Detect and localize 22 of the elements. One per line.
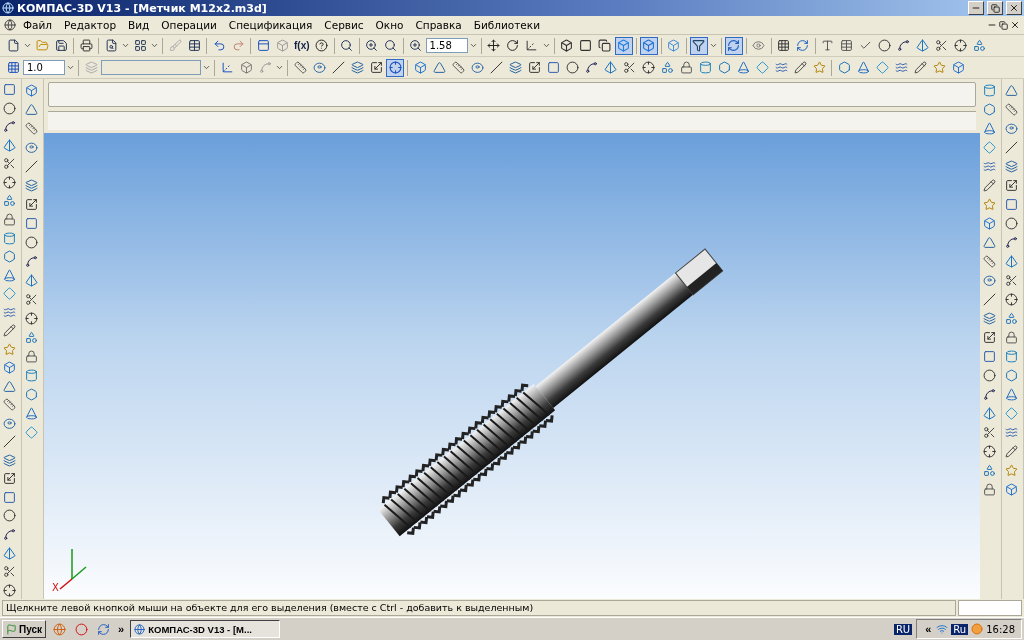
window-title: КОМПАС-3D V13 - [Метчик M12x2.m3d] bbox=[17, 1, 268, 15]
more-button[interactable]: » bbox=[116, 623, 127, 635]
menu-item[interactable]: Библиотеки bbox=[468, 19, 545, 31]
menu-item[interactable]: Справка bbox=[410, 19, 467, 31]
tray-expand-button[interactable]: « bbox=[923, 623, 934, 635]
status-message: Щелкните левой кнопкой мыши на объекте для его выделения (вместе с Ctrl - добавить к выделенным) bbox=[2, 600, 956, 616]
clock: 16:28 bbox=[986, 623, 1015, 635]
variables-button[interactable]: f(x) bbox=[292, 36, 312, 55]
axis-label: X bbox=[52, 582, 59, 593]
menu-item[interactable]: Редактор bbox=[59, 19, 122, 31]
taskbar-task[interactable]: КОМПАС-3D V13 - [М... bbox=[130, 620, 281, 638]
scale-field[interactable]: 1.58 bbox=[425, 38, 468, 53]
menu-item[interactable]: Сервис bbox=[319, 19, 369, 31]
menu-item[interactable]: Спецификация bbox=[223, 19, 318, 31]
step-field[interactable]: 1.0 bbox=[23, 60, 65, 75]
tray-language[interactable]: Ru bbox=[951, 623, 969, 635]
menu-item[interactable]: Файл bbox=[18, 19, 57, 31]
menu-item[interactable]: Операции bbox=[156, 19, 222, 31]
start-button[interactable]: Пуск bbox=[2, 620, 47, 638]
language-indicator[interactable]: RU bbox=[893, 623, 913, 635]
menu-item[interactable]: Окно bbox=[370, 19, 409, 31]
menu-item[interactable]: Вид bbox=[123, 19, 155, 31]
